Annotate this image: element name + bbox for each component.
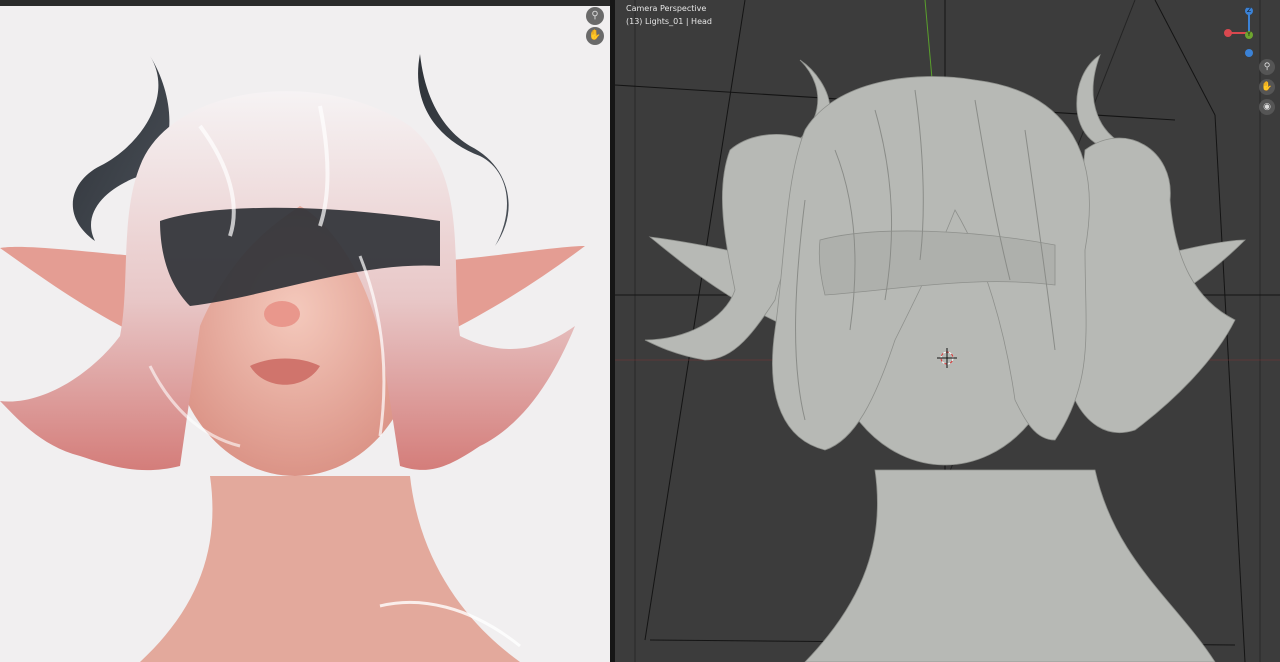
3d-viewport[interactable]: Camera Perspective (13) Lights_01 | Head… bbox=[615, 0, 1280, 662]
app-window: ⚲ ✋ Camera Perspective (13) Lights_01 | … bbox=[0, 0, 1280, 662]
reference-image-viewer[interactable]: ⚲ ✋ bbox=[0, 6, 611, 662]
hand-icon[interactable]: ✋ bbox=[586, 27, 604, 45]
camera-icon[interactable]: ◉ bbox=[1259, 99, 1275, 115]
hand-icon[interactable]: ✋ bbox=[1259, 79, 1275, 95]
reference-painting bbox=[0, 54, 585, 662]
viewport-subtitle: (13) Lights_01 | Head bbox=[626, 17, 712, 26]
magnifier-icon[interactable]: ⚲ bbox=[586, 7, 604, 25]
viewport-scene bbox=[615, 0, 1280, 662]
gizmo-x-axis[interactable] bbox=[1224, 29, 1232, 37]
gizmo-z-axis[interactable]: Z bbox=[1245, 7, 1253, 15]
magnifier-icon[interactable]: ⚲ bbox=[1259, 59, 1275, 75]
gizmo-y-axis[interactable]: Y bbox=[1245, 31, 1253, 39]
navigation-gizmo[interactable]: Z Y bbox=[1220, 2, 1270, 58]
gizmo-neg-z-axis[interactable] bbox=[1245, 49, 1253, 57]
viewport-title: Camera Perspective bbox=[626, 4, 707, 13]
